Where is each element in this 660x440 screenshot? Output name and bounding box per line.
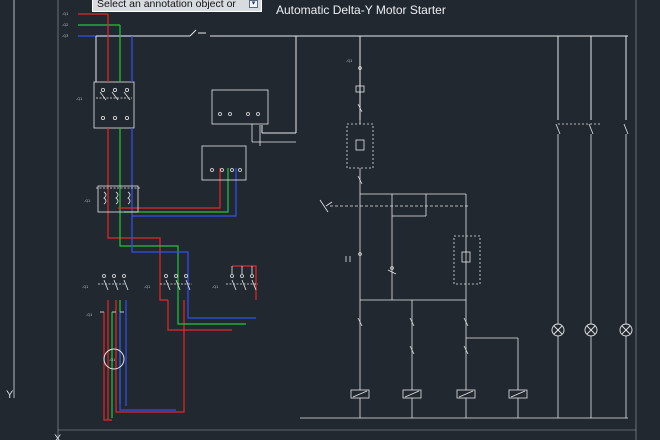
line-contactor-label: -Q1 — [82, 285, 88, 289]
star-contactor[interactable] — [226, 266, 258, 291]
delta-contactor[interactable] — [160, 274, 192, 291]
schematic-drawing[interactable]: Automatic Delta-Y Motor Starter -Q1 -Q2 … — [0, 0, 660, 440]
main-switch-label: -Q1 — [76, 97, 82, 101]
drawing-title: Automatic Delta-Y Motor Starter — [276, 3, 446, 17]
line-contactor-aux-label: -Q1 — [86, 313, 92, 317]
control-circuit — [300, 66, 629, 419]
control-fuse-label: -Q1 — [346, 59, 352, 63]
annotation-prompt[interactable]: Select an annotation object or ▾ — [92, 0, 262, 12]
control-supply-line — [95, 29, 628, 134]
supply-bus — [78, 13, 132, 37]
star-contactor-label: -Q1 — [212, 285, 218, 289]
cad-viewport[interactable]: Automatic Delta-Y Motor Starter -Q1 -Q2 … — [0, 0, 660, 440]
phase-wires — [103, 14, 257, 421]
motor-label: -Q1 — [109, 358, 115, 362]
dropdown-arrow-icon[interactable]: ▾ — [249, 0, 258, 8]
drawing-frame — [57, 0, 637, 440]
annotation-prompt-text: Select an annotation object or — [97, 0, 236, 10]
terminal-block[interactable] — [201, 125, 261, 181]
signal-lamps[interactable] — [551, 323, 633, 337]
timer-relay-box[interactable] — [211, 89, 296, 143]
main-switch[interactable] — [93, 81, 135, 129]
overload-label: -Q1 — [84, 199, 90, 203]
line-contactor[interactable] — [98, 274, 129, 313]
phase-labels: -Q1 -Q2 -Q3 — [62, 12, 68, 38]
delta-contactor-label: -Q1 — [144, 285, 150, 289]
phase-label-1: -Q1 — [62, 12, 68, 16]
phase-label-3: -Q3 — [62, 34, 68, 38]
phase-label-2: -Q2 — [62, 23, 68, 27]
